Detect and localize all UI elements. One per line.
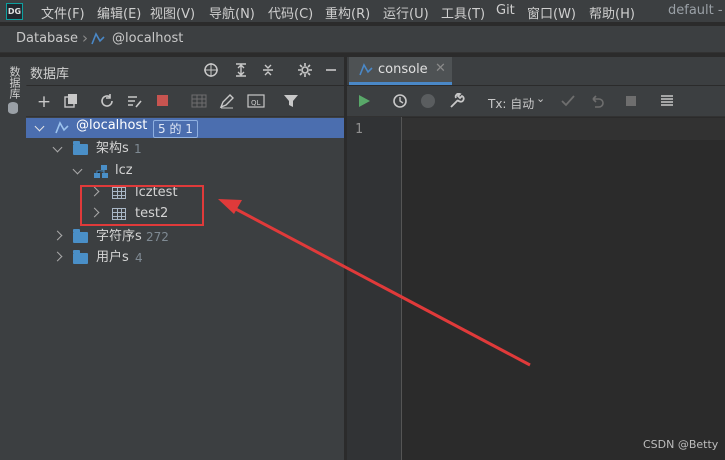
annotation-arrow (218, 199, 531, 367)
watermark: CSDN @Betty (643, 438, 719, 451)
